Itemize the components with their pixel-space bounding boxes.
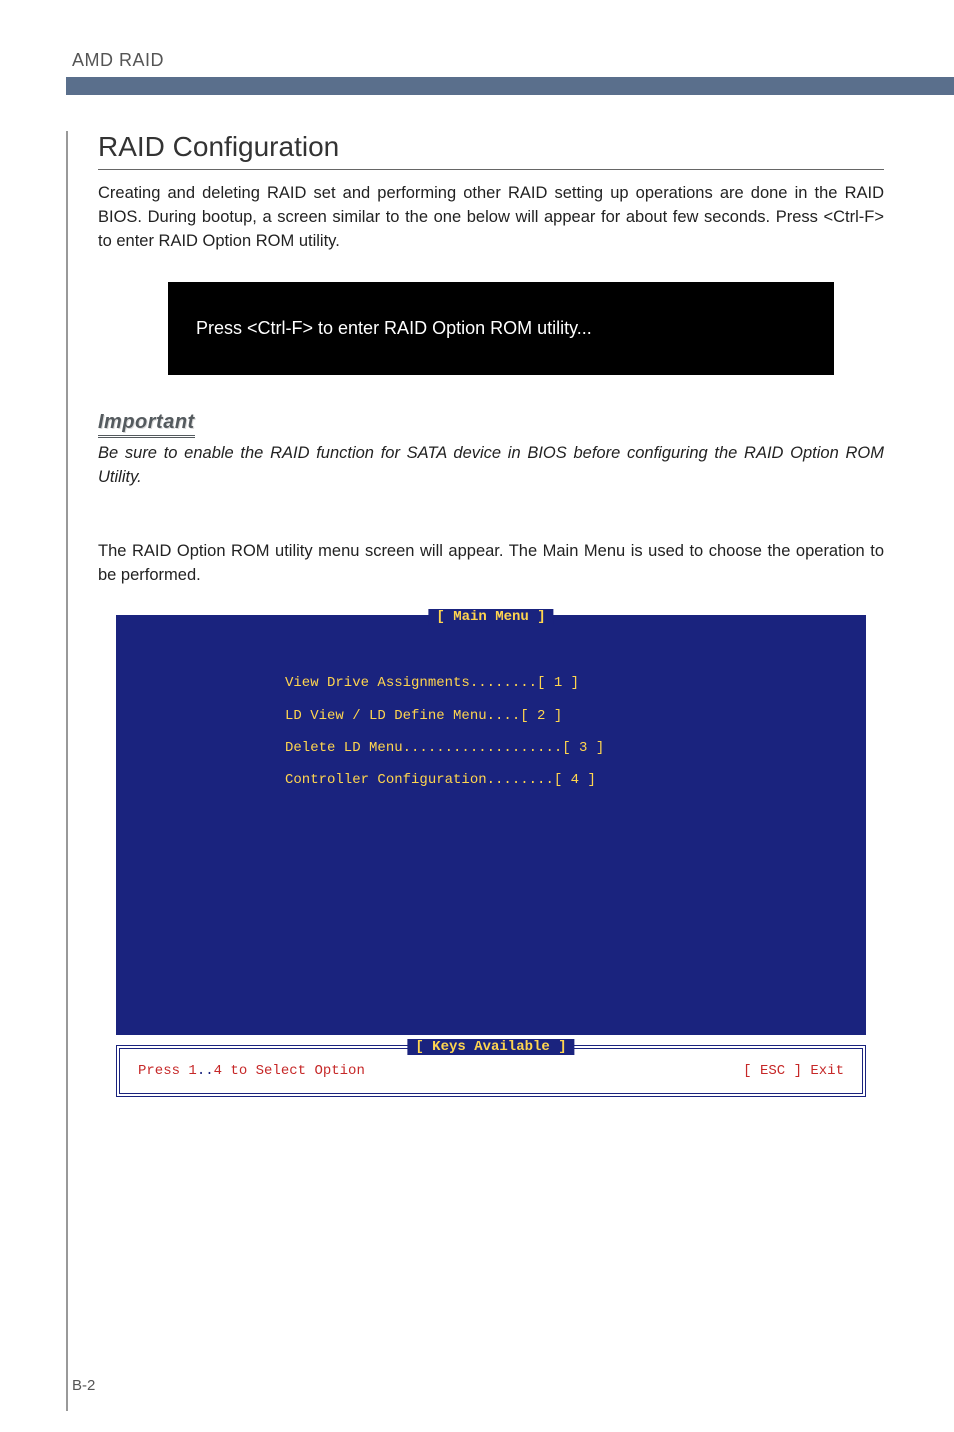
bios-menu-item: View Drive Assignments........[ 1 ] xyxy=(285,667,852,699)
bios-menu-item: Delete LD Menu...................[ 3 ] xyxy=(285,732,852,764)
section-divider xyxy=(98,169,884,170)
header-accent-bar xyxy=(66,77,954,95)
important-label: Important xyxy=(98,411,195,438)
page-header: AMD RAID xyxy=(0,0,954,71)
bios-screenshot: [ Main Menu ] View Drive Assignments....… xyxy=(116,615,866,1097)
boot-prompt-box: Press <Ctrl-F> to enter RAID Option ROM … xyxy=(168,282,834,375)
keys-left-dots: .. xyxy=(197,1063,214,1079)
intro-paragraph: Creating and deleting RAID set and perfo… xyxy=(98,182,884,254)
bios-keys-left: Press 1..4 to Select Option xyxy=(138,1063,365,1079)
bios-main-menu-box: [ Main Menu ] View Drive Assignments....… xyxy=(116,615,866,1035)
keys-left-prefix: Press 1 xyxy=(138,1063,197,1079)
bios-keys-title: [ Keys Available ] xyxy=(407,1039,574,1055)
section-title: RAID Configuration xyxy=(98,131,884,163)
keys-left-suffix: 4 to Select Option xyxy=(214,1063,365,1079)
bios-menu-item: LD View / LD Define Menu....[ 2 ] xyxy=(285,700,852,732)
important-callout: Important Be sure to enable the RAID fun… xyxy=(98,411,884,490)
bios-menu-item: Controller Configuration........[ 4 ] xyxy=(285,764,852,796)
bios-menu-items: View Drive Assignments........[ 1 ] LD V… xyxy=(285,667,852,796)
bios-keys-box: [ Keys Available ] Press 1..4 to Select … xyxy=(116,1045,866,1097)
bios-keys-right: [ ESC ] Exit xyxy=(743,1063,844,1079)
content-area: RAID Configuration Creating and deleting… xyxy=(66,131,954,1411)
bios-main-menu-title: [ Main Menu ] xyxy=(428,609,553,625)
important-body: Be sure to enable the RAID function for … xyxy=(98,442,884,490)
page-number: B-2 xyxy=(72,1377,95,1394)
body-paragraph-2: The RAID Option ROM utility menu screen … xyxy=(98,540,884,588)
